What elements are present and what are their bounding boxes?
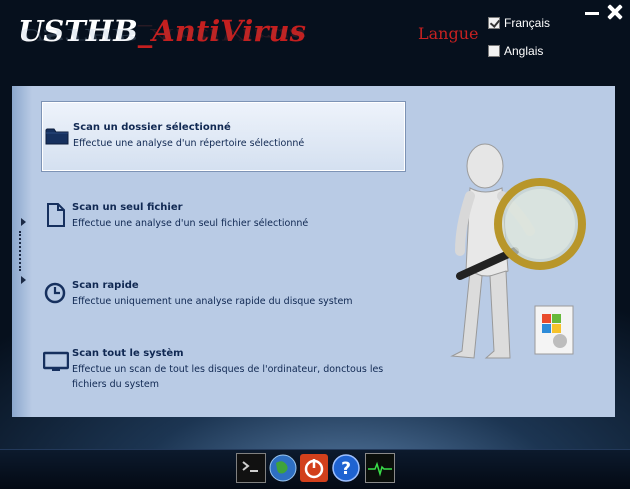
scan-single-file-button[interactable]: Scan un seul fichier Effectue une analys…: [41, 202, 411, 231]
monitor-icon: [42, 348, 70, 374]
language-option-francais[interactable]: Français: [488, 15, 550, 31]
side-arrow-icon[interactable]: [21, 218, 26, 226]
bottom-toolbar: ?: [0, 449, 630, 489]
scan-description: Effectue une analyse d'un répertoire sél…: [73, 138, 305, 149]
power-icon[interactable]: [299, 453, 329, 483]
app-title: USTHB_AntiVirus USTHB_AntiVirus: [18, 14, 318, 84]
scan-description: Effectue uniquement une analyse rapide d…: [72, 296, 353, 307]
language-option-label: Français: [504, 16, 551, 30]
scan-title: Scan rapide: [72, 280, 139, 291]
svg-text:?: ?: [341, 459, 351, 479]
checkbox-francais[interactable]: [488, 17, 500, 29]
scan-panel: Scan un dossier sélectionné Effectue une…: [12, 86, 615, 417]
close-button[interactable]: [606, 3, 624, 21]
terminal-icon[interactable]: [236, 453, 266, 483]
checkbox-anglais[interactable]: [488, 45, 500, 57]
scan-selected-folder-button[interactable]: Scan un dossier sélectionné Effectue une…: [41, 101, 406, 172]
scan-full-system-button[interactable]: Scan tout le systèm Effectue un scan de …: [41, 348, 411, 392]
scan-title: Scan tout le systèm: [72, 348, 184, 359]
scan-description: Effectue un scan de tout les disques de …: [72, 364, 384, 390]
scan-title: Scan un dossier sélectionné: [73, 122, 231, 133]
scan-quick-button[interactable]: Scan rapide Effectue uniquement une anal…: [41, 280, 411, 309]
scan-title: Scan un seul fichier: [72, 202, 183, 213]
file-icon: [43, 202, 69, 228]
clock-icon: [43, 280, 69, 306]
language-option-anglais[interactable]: Anglais: [488, 43, 543, 59]
help-icon[interactable]: ?: [331, 453, 361, 483]
scan-description: Effectue une analyse d'un seul fichier s…: [72, 218, 309, 229]
minimize-button[interactable]: [585, 6, 599, 20]
app-title-reflection: USTHB_AntiVirus: [18, 25, 306, 44]
side-arrow-icon[interactable]: [21, 276, 26, 284]
language-option-label: Anglais: [504, 44, 544, 58]
scanner-figure-illustration: [430, 136, 595, 386]
folder-icon: [44, 122, 70, 148]
system-monitor-icon[interactable]: [365, 453, 395, 483]
side-splitter[interactable]: [19, 231, 21, 271]
language-label: Langue: [418, 24, 479, 43]
globe-icon[interactable]: [268, 453, 298, 483]
title-bar: USTHB_AntiVirus USTHB_AntiVirus Langue F…: [0, 0, 630, 86]
